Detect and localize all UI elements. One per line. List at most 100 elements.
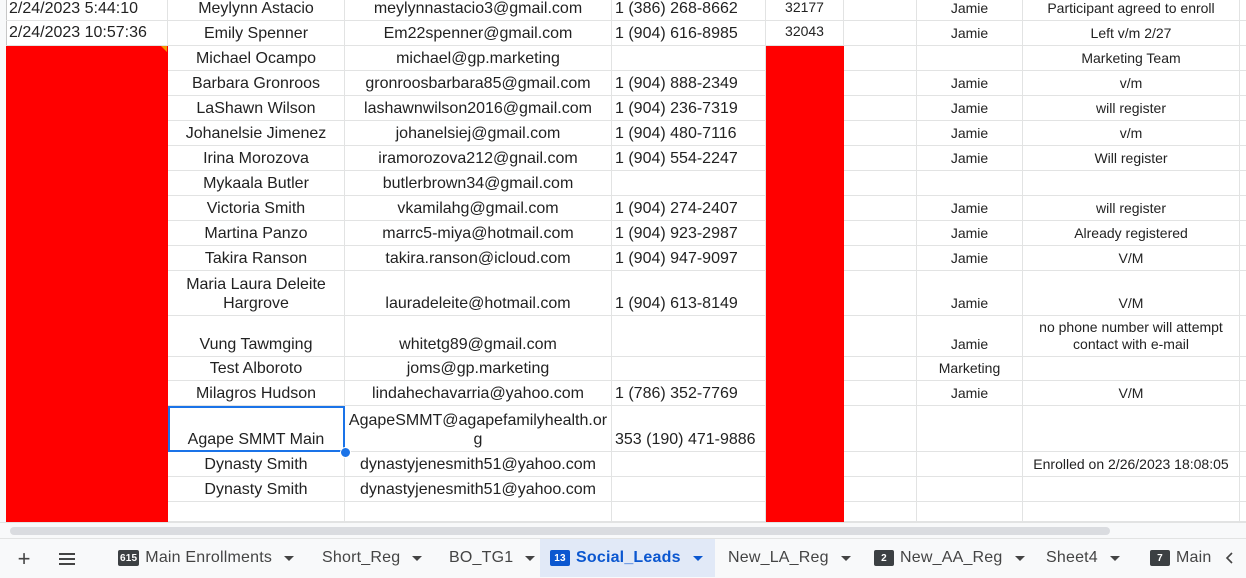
cell-code[interactable]: 32043: [766, 21, 844, 46]
cell-blank2[interactable]: [1240, 221, 1246, 246]
cell-timestamp[interactable]: [6, 46, 168, 71]
tab-short-reg[interactable]: Short_Reg: [312, 539, 432, 577]
cell-email[interactable]: iramorozova212@gnail.com: [345, 146, 612, 171]
cell-email[interactable]: marrc5-miya@hotmail.com: [345, 221, 612, 246]
menu-icon[interactable]: [52, 544, 82, 574]
cell-email[interactable]: michael@gp.marketing: [345, 46, 612, 71]
chevron-down-icon[interactable]: [1014, 555, 1025, 561]
cell-phone[interactable]: 1 (786) 352-7769: [612, 381, 766, 406]
cell-blank2[interactable]: [1240, 121, 1246, 146]
cell-name[interactable]: Barbara Gronroos: [168, 71, 345, 96]
cell-blank2[interactable]: [1240, 171, 1246, 196]
cell-name[interactable]: Emily Spenner: [168, 21, 345, 46]
cell-notes[interactable]: Already registered: [1023, 221, 1240, 246]
cell-email[interactable]: dynastyjenesmith51@yahoo.com: [345, 477, 612, 502]
cell-code[interactable]: [766, 171, 844, 196]
chevron-left-icon[interactable]: [1212, 539, 1246, 577]
cell-name[interactable]: Mykaala Butler: [168, 171, 345, 196]
cell-code[interactable]: [766, 477, 844, 502]
cell-blank2[interactable]: [1240, 477, 1246, 502]
cell-blank2[interactable]: [1240, 452, 1246, 477]
chevron-down-icon[interactable]: [692, 555, 703, 561]
cell-name[interactable]: Maria Laura Deleite Hargrove: [168, 271, 345, 316]
cell-blank1[interactable]: [844, 221, 917, 246]
cell-agent[interactable]: [917, 406, 1023, 452]
chevron-down-icon[interactable]: [1109, 555, 1120, 561]
cell-notes[interactable]: [1023, 357, 1240, 381]
cell-blank1[interactable]: [844, 246, 917, 271]
cell-phone[interactable]: 1 (904) 274-2407: [612, 196, 766, 221]
cell-notes[interactable]: [1023, 171, 1240, 196]
cell-name[interactable]: Test Alboroto: [168, 357, 345, 381]
cell-email[interactable]: johanelsiej@gmail.com: [345, 121, 612, 146]
chevron-down-icon[interactable]: [840, 555, 851, 561]
cell-name[interactable]: Meylynn Astacio: [168, 0, 345, 21]
cell-name[interactable]: Takira Ranson: [168, 246, 345, 271]
cell-notes[interactable]: [1023, 477, 1240, 502]
cell-agent[interactable]: Jamie: [917, 246, 1023, 271]
tab-new-aa-reg[interactable]: 2 New_AA_Reg: [864, 539, 1030, 577]
cell-name[interactable]: [168, 502, 345, 522]
cell-code[interactable]: [766, 196, 844, 221]
cell-email[interactable]: lauradeleite@hotmail.com: [345, 271, 612, 316]
cell-blank2[interactable]: [1240, 146, 1246, 171]
cell-name[interactable]: Agape SMMT Main: [168, 406, 345, 452]
cell-notes[interactable]: [1023, 502, 1240, 522]
plus-icon[interactable]: +: [9, 544, 39, 574]
cell-notes[interactable]: will register: [1023, 196, 1240, 221]
cell-name[interactable]: Victoria Smith: [168, 196, 345, 221]
cell-blank2[interactable]: [1240, 316, 1246, 357]
cell-notes[interactable]: V/M: [1023, 271, 1240, 316]
cell-name[interactable]: Martina Panzo: [168, 221, 345, 246]
cell-phone[interactable]: 1 (386) 268-8662: [612, 0, 766, 21]
tab-bo-tg1[interactable]: BO_TG1: [439, 539, 538, 577]
cell-agent[interactable]: [917, 477, 1023, 502]
cell-name[interactable]: Michael Ocampo: [168, 46, 345, 71]
cell-blank1[interactable]: [844, 146, 917, 171]
cell-notes[interactable]: V/M: [1023, 246, 1240, 271]
cell-notes[interactable]: Will register: [1023, 146, 1240, 171]
cell-timestamp[interactable]: [6, 357, 168, 381]
cell-agent[interactable]: Jamie: [917, 146, 1023, 171]
tab-social-leads[interactable]: 13 Social_Leads: [540, 539, 715, 577]
cell-notes[interactable]: Marketing Team: [1023, 46, 1240, 71]
cell-phone[interactable]: [612, 171, 766, 196]
cell-phone[interactable]: 1 (904) 613-8149: [612, 271, 766, 316]
cell-email[interactable]: [345, 502, 612, 522]
cell-timestamp[interactable]: [6, 71, 168, 96]
cell-blank1[interactable]: [844, 316, 917, 357]
cell-blank2[interactable]: [1240, 271, 1246, 316]
cell-code[interactable]: 32177: [766, 0, 844, 21]
tab-main[interactable]: 7 Main: [1140, 539, 1220, 577]
cell-timestamp[interactable]: [6, 171, 168, 196]
cell-timestamp[interactable]: [6, 316, 168, 357]
cell-agent[interactable]: Jamie: [917, 196, 1023, 221]
cell-phone[interactable]: 1 (904) 480-7116: [612, 121, 766, 146]
chevron-down-icon[interactable]: [412, 555, 423, 561]
cell-name[interactable]: Dynasty Smith: [168, 452, 345, 477]
horizontal-scrollbar[interactable]: [0, 522, 1246, 539]
cell-agent[interactable]: Jamie: [917, 316, 1023, 357]
cell-blank2[interactable]: [1240, 502, 1246, 522]
cell-email[interactable]: whitetg89@gmail.com: [345, 316, 612, 357]
cell-code[interactable]: [766, 271, 844, 316]
cell-blank1[interactable]: [844, 96, 917, 121]
cell-timestamp[interactable]: [6, 221, 168, 246]
cell-name[interactable]: Johanelsie Jimenez: [168, 121, 345, 146]
cell-code[interactable]: [766, 246, 844, 271]
cell-blank2[interactable]: [1240, 246, 1246, 271]
cell-email[interactable]: meylynnastacio3@gmail.com: [345, 0, 612, 21]
cell-timestamp[interactable]: [6, 381, 168, 406]
cell-agent[interactable]: Jamie: [917, 121, 1023, 146]
cell-email[interactable]: gronroosbarbara85@gmail.com: [345, 71, 612, 96]
cell-code[interactable]: [766, 96, 844, 121]
tab-new-la-reg[interactable]: New_LA_Reg: [718, 539, 858, 577]
cell-blank2[interactable]: [1240, 196, 1246, 221]
cell-phone[interactable]: [612, 502, 766, 522]
cell-blank1[interactable]: [844, 271, 917, 316]
chevron-down-icon[interactable]: [525, 555, 536, 561]
cell-name[interactable]: Vung Tawmging: [168, 316, 345, 357]
cell-blank2[interactable]: [1240, 21, 1246, 46]
cell-blank1[interactable]: [844, 121, 917, 146]
cell-notes[interactable]: Participant agreed to enroll: [1023, 0, 1240, 21]
